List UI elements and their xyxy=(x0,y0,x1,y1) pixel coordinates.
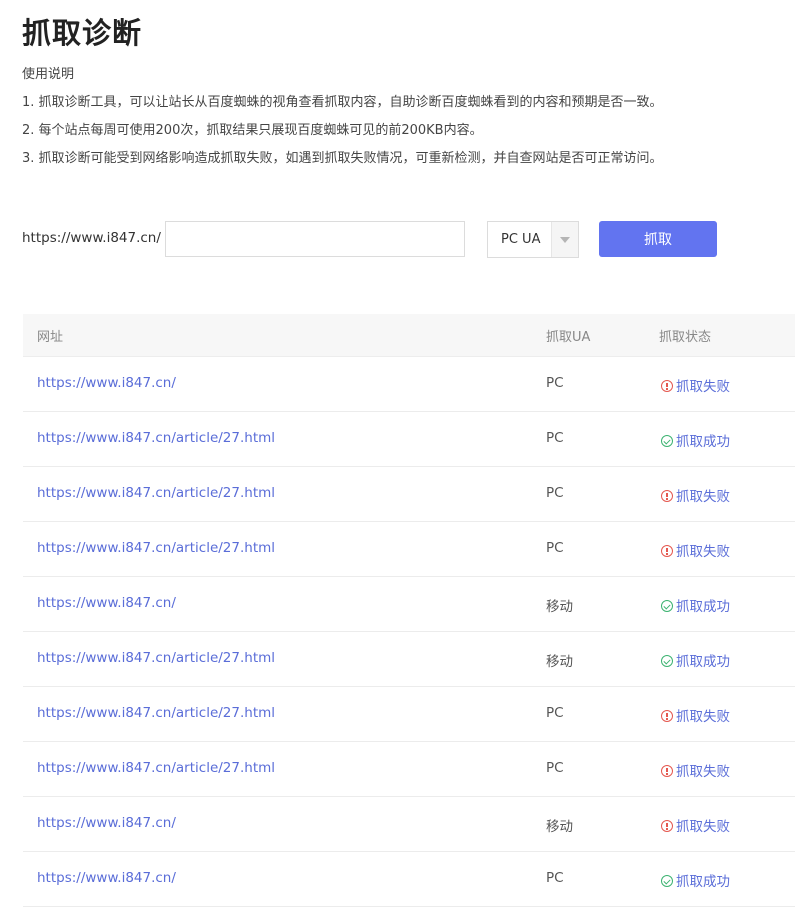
row-status-text: 抓取失败 xyxy=(676,709,730,725)
row-url-link[interactable]: https://www.i847.cn/ xyxy=(37,595,176,611)
instruction-item: 1. 抓取诊断工具，可以让站长从百度蜘蛛的视角查看抓取内容，自助诊断百度蜘蛛看到… xyxy=(22,95,663,110)
table-row: https://www.i847.cn/移动 抓取成功 xyxy=(23,577,795,632)
row-status-link[interactable]: 抓取失败 xyxy=(661,540,730,560)
row-status-text: 抓取失败 xyxy=(676,544,730,560)
check-circle-icon xyxy=(661,875,673,887)
exclamation-circle-icon xyxy=(661,380,673,392)
column-header-status: 抓取状态 xyxy=(659,330,712,345)
row-status-text: 抓取失败 xyxy=(676,819,730,835)
exclamation-circle-icon xyxy=(661,820,673,832)
url-path-input[interactable] xyxy=(165,221,465,257)
check-circle-icon xyxy=(661,600,673,612)
row-status-text: 抓取成功 xyxy=(676,654,730,670)
row-status-link[interactable]: 抓取失败 xyxy=(661,485,730,505)
table-row: https://www.i847.cn/PC 抓取成功 xyxy=(23,852,795,907)
caret-down-icon[interactable] xyxy=(551,222,578,257)
row-ua: 移动 xyxy=(546,599,573,615)
row-status-text: 抓取成功 xyxy=(676,434,730,450)
fetch-button[interactable]: 抓取 xyxy=(599,221,717,257)
table-row: https://www.i847.cn/article/27.html PC 抓取失… xyxy=(23,687,795,742)
row-url-link[interactable]: https://www.i847.cn/article/27.html xyxy=(37,650,275,666)
row-ua: PC xyxy=(546,870,564,886)
table-body: https://www.i847.cn/PC 抓取失败 https://www.i8… xyxy=(23,357,795,907)
row-ua: PC xyxy=(546,430,564,446)
column-header-url: 网址 xyxy=(37,330,64,345)
ua-select[interactable]: PC UA xyxy=(487,221,579,258)
url-prefix-label: https://www.i847.cn/ xyxy=(22,230,161,246)
row-status-link[interactable]: 抓取成功 xyxy=(661,430,730,450)
table-row: https://www.i847.cn/article/27.html PC 抓取失… xyxy=(23,467,795,522)
row-status-text: 抓取成功 xyxy=(676,874,730,890)
row-ua: 移动 xyxy=(546,819,573,835)
exclamation-circle-icon xyxy=(661,710,673,722)
row-status-link[interactable]: 抓取成功 xyxy=(661,650,730,670)
row-status-link[interactable]: 抓取失败 xyxy=(661,815,730,835)
row-url-link[interactable]: https://www.i847.cn/article/27.html xyxy=(37,705,275,721)
ua-select-value: PC UA xyxy=(501,232,541,247)
row-url-link[interactable]: https://www.i847.cn/ xyxy=(37,375,176,391)
row-status-text: 抓取失败 xyxy=(676,764,730,780)
row-status-link[interactable]: 抓取成功 xyxy=(661,870,730,890)
table-row: https://www.i847.cn/article/27.html 移动 抓取成… xyxy=(23,632,795,687)
row-ua: PC xyxy=(546,760,564,776)
row-url-link[interactable]: https://www.i847.cn/article/27.html xyxy=(37,540,275,556)
table-header: 网址 抓取UA 抓取状态 xyxy=(23,314,795,357)
exclamation-circle-icon xyxy=(661,545,673,557)
row-url-link[interactable]: https://www.i847.cn/article/27.html xyxy=(37,430,275,446)
row-status-link[interactable]: 抓取失败 xyxy=(661,375,730,395)
row-status-link[interactable]: 抓取失败 xyxy=(661,705,730,725)
check-circle-icon xyxy=(661,435,673,447)
row-ua: PC xyxy=(546,705,564,721)
check-circle-icon xyxy=(661,655,673,667)
table-row: https://www.i847.cn/PC 抓取失败 xyxy=(23,357,795,412)
row-ua: PC xyxy=(546,375,564,391)
column-header-ua: 抓取UA xyxy=(546,330,591,345)
row-status-text: 抓取成功 xyxy=(676,599,730,615)
instruction-item: 3. 抓取诊断可能受到网络影响造成抓取失败，如遇到抓取失败情况，可重新检测，并自… xyxy=(22,151,663,166)
row-status-link[interactable]: 抓取失败 xyxy=(661,760,730,780)
exclamation-circle-icon xyxy=(661,765,673,777)
exclamation-circle-icon xyxy=(661,490,673,502)
row-ua: PC xyxy=(546,540,564,556)
row-url-link[interactable]: https://www.i847.cn/ xyxy=(37,870,176,886)
row-url-link[interactable]: https://www.i847.cn/ xyxy=(37,815,176,831)
fetch-results-table: 网址 抓取UA 抓取状态 https://www.i847.cn/PC 抓取失败 h… xyxy=(23,314,795,907)
instructions-heading: 使用说明 xyxy=(22,67,75,82)
table-row: https://www.i847.cn/article/27.html PC 抓取失… xyxy=(23,522,795,577)
row-ua: PC xyxy=(546,485,564,501)
page-title: 抓取诊断 xyxy=(22,16,143,50)
row-url-link[interactable]: https://www.i847.cn/article/27.html xyxy=(37,760,275,776)
fetch-diagnosis-page: 抓取诊断 使用说明 1. 抓取诊断工具，可以让站长从百度蜘蛛的视角查看抓取内容，… xyxy=(0,0,795,907)
table-row: https://www.i847.cn/article/27.html PC 抓取失… xyxy=(23,742,795,797)
instruction-item: 2. 每个站点每周可使用200次，抓取结果只展现百度蜘蛛可见的前200KB内容。 xyxy=(22,123,483,138)
row-status-text: 抓取失败 xyxy=(676,379,730,395)
table-row: https://www.i847.cn/移动 抓取失败 xyxy=(23,797,795,852)
row-status-link[interactable]: 抓取成功 xyxy=(661,595,730,615)
row-url-link[interactable]: https://www.i847.cn/article/27.html xyxy=(37,485,275,501)
row-status-text: 抓取失败 xyxy=(676,489,730,505)
usage-instructions: 使用说明 1. 抓取诊断工具，可以让站长从百度蜘蛛的视角查看抓取内容，自助诊断百… xyxy=(22,66,663,178)
table-row: https://www.i847.cn/article/27.html PC 抓取成… xyxy=(23,412,795,467)
row-ua: 移动 xyxy=(546,654,573,670)
